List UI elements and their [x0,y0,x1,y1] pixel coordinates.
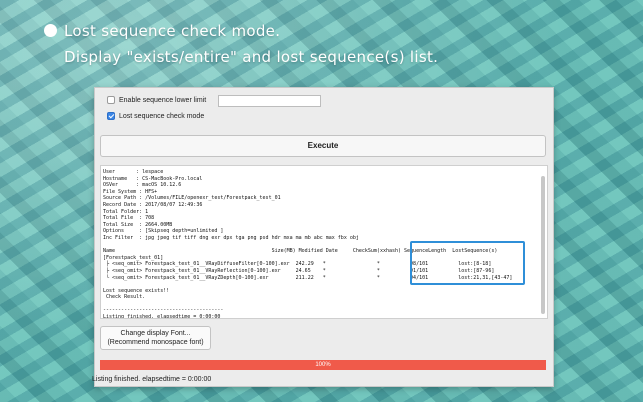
change-font-label: Change display Font... [120,330,191,337]
change-font-button[interactable]: Change display Font... (Recommend monosp… [100,326,211,350]
enable-lower-limit-label: Enable sequence lower limit [119,96,207,104]
bullet-icon [44,24,57,37]
execute-button[interactable]: Execute [100,135,546,157]
console-scrollbar[interactable] [540,168,546,315]
lost-sequence-mode-row[interactable]: Lost sequence check mode [107,112,204,120]
sequence-highlight-box [410,241,525,285]
change-font-hint: (Recommend monospace font) [107,338,204,346]
caption-line1: Lost sequence check mode. [64,22,281,40]
lower-limit-input[interactable] [218,95,321,107]
enable-lower-limit-checkbox[interactable] [107,96,115,104]
caption-title: Lost sequence check mode. [44,22,280,40]
lost-sequence-mode-checkbox[interactable] [107,112,115,120]
caption-subtitle: Display "exists/entire" and lost sequenc… [64,48,439,66]
app-window: Enable sequence lower limit Lost sequenc… [92,87,554,387]
scrollbar-thumb[interactable] [541,176,545,314]
status-text: Listing finished. elapsedtime = 0:00:00 [92,376,212,383]
progress-bar: 100% [100,360,546,370]
lost-sequence-mode-label: Lost sequence check mode [119,112,205,120]
progress-label: 100% [315,362,331,368]
enable-lower-limit-row[interactable]: Enable sequence lower limit [107,96,206,104]
console-output[interactable]: User : lespace Hostname : CS-MacBook-Pro… [100,165,548,319]
